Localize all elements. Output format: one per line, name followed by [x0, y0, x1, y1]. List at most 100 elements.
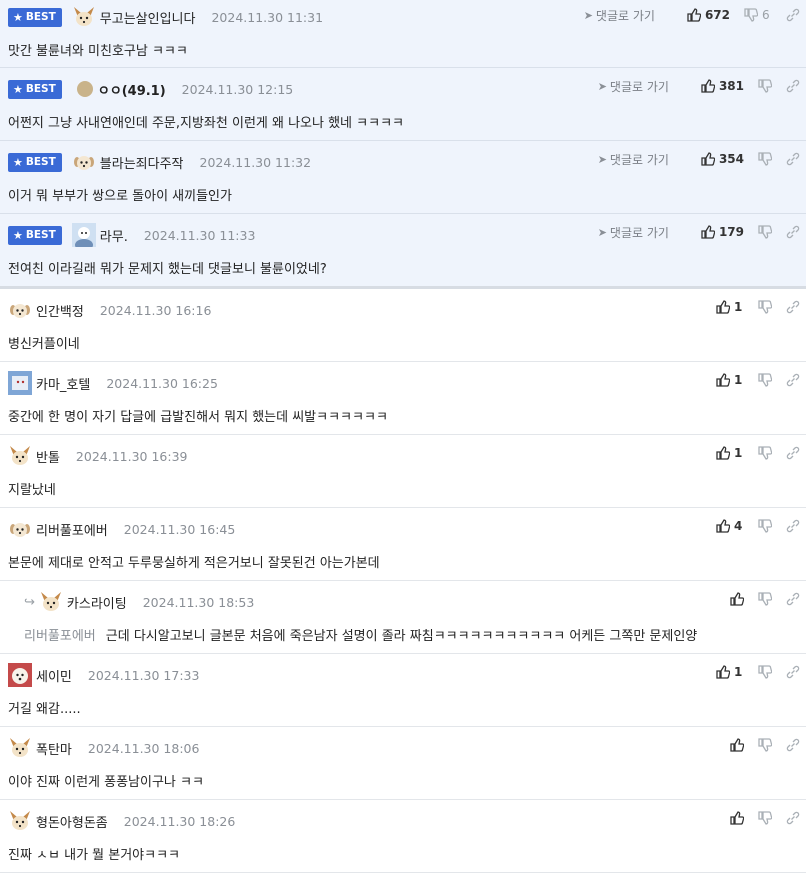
puppy-avatar-icon[interactable]: [72, 150, 96, 174]
comment-text: 진짜 ㅅㅂ 내가 뭘 본거야ㅋㅋㅋ: [8, 848, 181, 863]
star-icon: ★: [13, 10, 23, 24]
comment-text: 맛간 불륜녀와 미친호구남 ㅋㅋㅋ: [8, 44, 188, 59]
like-button[interactable]: 672: [687, 8, 730, 22]
dislike-button[interactable]: [758, 152, 772, 166]
comment-item: 카마_호텔 2024.11.30 16:25 1 중간에 한 명이 자기 답글에…: [0, 362, 806, 435]
thumbs-down-icon: [758, 811, 772, 825]
dislike-button[interactable]: [758, 225, 772, 239]
goto-comment-link[interactable]: ➤ 댓글로 가기: [598, 224, 669, 241]
guest-dot-icon: [76, 77, 94, 101]
author-name[interactable]: 세이민: [36, 666, 72, 685]
author-name[interactable]: 반톨: [36, 447, 60, 466]
fox-avatar-icon[interactable]: [8, 809, 32, 833]
comment-date: 2024.11.30 17:33: [87, 667, 200, 683]
comment-text: 본문에 제대로 안적고 두루뭉실하게 적은거보니 잘못된건 아는가본데: [8, 556, 380, 571]
dislike-button[interactable]: 6: [744, 8, 772, 22]
like-button[interactable]: 354: [701, 152, 744, 166]
thumbs-down-icon: [758, 79, 772, 93]
author-name[interactable]: 리버풀포에버: [36, 520, 108, 539]
author-name[interactable]: 카마_호텔: [36, 374, 90, 393]
dislike-button[interactable]: [758, 665, 772, 679]
comment-date: 2024.11.30 18:26: [123, 813, 236, 829]
dislike-button[interactable]: [758, 446, 772, 460]
puppy-avatar-icon[interactable]: [8, 298, 32, 322]
author-name[interactable]: 블라는죄다주작: [100, 153, 184, 172]
link-button[interactable]: [786, 665, 800, 679]
fox-avatar-icon[interactable]: [8, 736, 32, 760]
comment-date: 2024.11.30 16:16: [99, 302, 212, 318]
fox-avatar-icon[interactable]: [39, 590, 63, 614]
link-button[interactable]: [786, 8, 800, 22]
link-button[interactable]: [786, 811, 800, 825]
comment-actions: ➤ 댓글로 가기 672 6: [584, 5, 800, 25]
link-button[interactable]: [786, 300, 800, 314]
link-icon: [786, 152, 800, 166]
author-name[interactable]: 카스라이팅: [67, 593, 127, 612]
link-icon: [786, 225, 800, 239]
dog-avatar-icon[interactable]: [8, 663, 32, 687]
like-button[interactable]: 1: [716, 373, 744, 387]
author-name[interactable]: 무고는살인입니다: [100, 8, 196, 27]
comment-item: 세이민 2024.11.30 17:33 1 거길 왜감.....: [0, 654, 806, 727]
author-name[interactable]: ㅇㅇ(49.1): [98, 80, 166, 99]
send-arrow-icon: ➤: [597, 152, 607, 166]
dislike-button[interactable]: [758, 300, 772, 314]
like-button[interactable]: 4: [716, 519, 744, 533]
author-name[interactable]: 라무.: [100, 226, 128, 245]
photo-avatar-icon[interactable]: [71, 223, 96, 247]
author-name[interactable]: 폭탄마: [36, 739, 72, 758]
author-name[interactable]: 인간백정: [36, 301, 84, 320]
fox-avatar-icon[interactable]: [8, 444, 32, 468]
comment-item: 리버풀포에버 2024.11.30 16:45 4 본문에 제대로 안적고 두루…: [0, 508, 806, 581]
puppy-avatar-icon[interactable]: [8, 517, 32, 541]
link-button[interactable]: [786, 592, 800, 606]
comment-text: 이야 진짜 이런게 퐁퐁남이구나 ㅋㅋ: [8, 775, 204, 790]
star-icon: ★: [13, 228, 23, 242]
link-button[interactable]: [786, 519, 800, 533]
dislike-button[interactable]: [758, 519, 772, 533]
reply-text: 근데 다시알고보니 글본문 처음에 죽은남자 설명이 졸라 짜침ㅋㅋㅋㅋㅋㅋㅋㅋ…: [105, 629, 698, 644]
goto-comment-link[interactable]: ➤ 댓글로 가기: [598, 78, 669, 95]
like-count: 354: [718, 152, 744, 166]
dislike-button[interactable]: [758, 738, 772, 752]
link-button[interactable]: [786, 446, 800, 460]
best-badge: ★ BEST: [8, 225, 62, 245]
dislike-button[interactable]: [758, 79, 772, 93]
dislike-button[interactable]: [758, 811, 772, 825]
thumbs-up-icon: [730, 811, 744, 825]
comment-date: 2024.11.30 16:45: [123, 521, 236, 537]
author-name[interactable]: 형돈아형돈좀: [36, 812, 108, 831]
comment-item: 인간백정 2024.11.30 16:16 1 병신커플이네: [0, 289, 806, 362]
like-button[interactable]: 1: [716, 665, 744, 679]
comment-date: 2024.11.30 11:33: [143, 227, 256, 243]
link-button[interactable]: [786, 738, 800, 752]
like-button[interactable]: 381: [701, 79, 744, 93]
fox-avatar-icon[interactable]: [72, 5, 96, 29]
like-button[interactable]: 1: [716, 446, 744, 460]
photo-avatar-icon[interactable]: [8, 371, 32, 395]
comment-header: ★ BEST ㅇㅇ(49.1) 2024.11.30 12:15: [8, 77, 293, 101]
goto-comment-link[interactable]: ➤ 댓글로 가기: [584, 7, 655, 24]
link-button[interactable]: [786, 152, 800, 166]
comment-date: 2024.11.30 18:53: [142, 594, 255, 610]
goto-comment-link[interactable]: ➤ 댓글로 가기: [598, 151, 669, 168]
like-button[interactable]: 179: [701, 225, 744, 239]
like-button[interactable]: [730, 811, 744, 825]
comment-actions: ➤ 댓글로 가기 381: [598, 76, 800, 96]
thumbs-up-icon: [701, 225, 715, 239]
dislike-button[interactable]: [758, 373, 772, 387]
like-button[interactable]: 1: [716, 300, 744, 314]
dislike-button[interactable]: [758, 592, 772, 606]
link-button[interactable]: [786, 373, 800, 387]
like-count: 179: [718, 225, 744, 239]
thumbs-up-icon: [701, 79, 715, 93]
mention-tag[interactable]: 리버풀포에버: [24, 629, 96, 644]
link-button[interactable]: [786, 79, 800, 93]
like-button[interactable]: [730, 738, 744, 752]
like-button[interactable]: [730, 592, 744, 606]
comment-header: ★ BEST 무고는살인입니다 2024.11.30 11:31: [8, 5, 323, 29]
comment-actions: [716, 589, 800, 609]
comment-header: ★ BEST 블라는죄다주작 2024.11.30 11:32: [8, 150, 311, 174]
comment-date: 2024.11.30 16:25: [106, 375, 218, 391]
link-button[interactable]: [786, 225, 800, 239]
